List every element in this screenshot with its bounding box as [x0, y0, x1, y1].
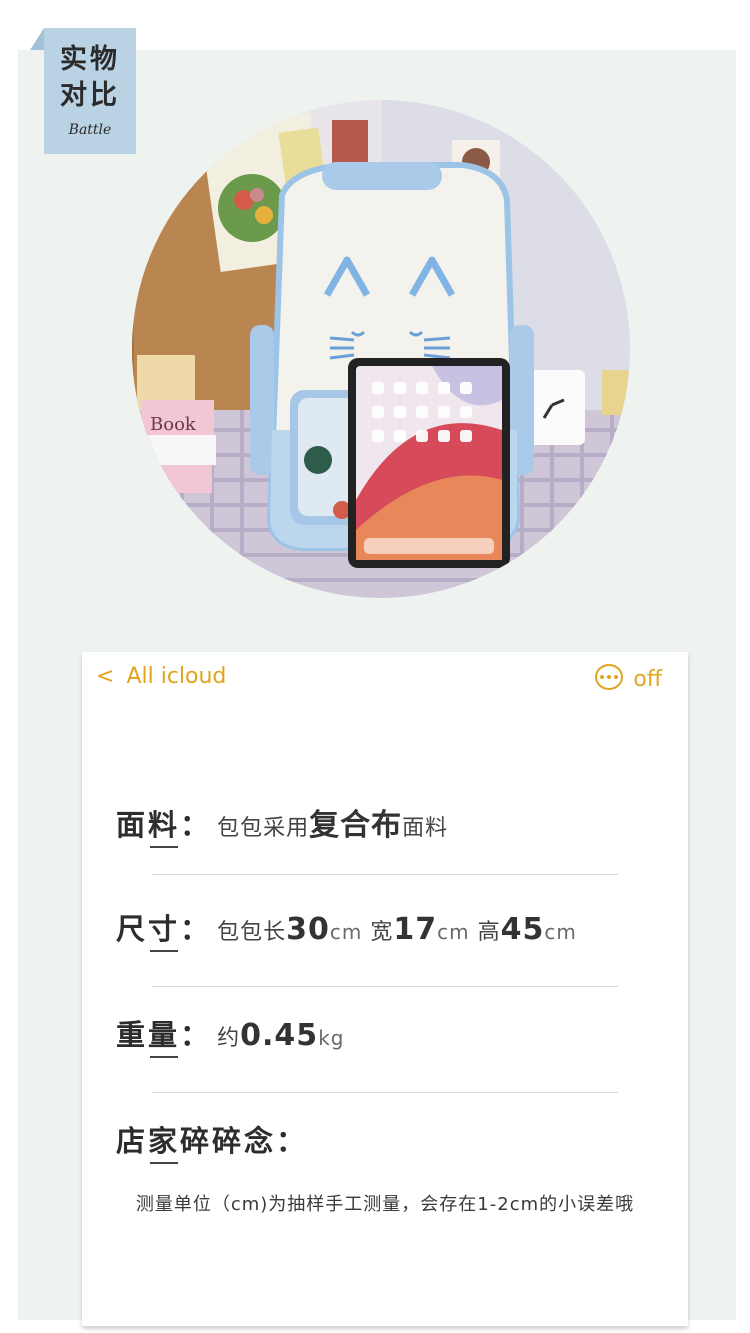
- svg-text:Book: Book: [150, 414, 197, 435]
- divider: [152, 874, 618, 875]
- back-button[interactable]: < All icloud: [96, 664, 226, 689]
- chevron-left-icon: <: [96, 664, 115, 689]
- section-tag: 实物 对比 Battle: [44, 28, 136, 154]
- notes-label: 店家碎碎念：: [116, 1124, 309, 1158]
- weight-value: 约0.45kg: [217, 1018, 345, 1053]
- size-value: 包包长30cm 宽17cm 高45cm: [217, 912, 577, 947]
- size-label: 尺寸：: [116, 912, 213, 946]
- info-card: < All icloud off 面料： 包包采用复合布面料 尺寸： 包包长30c…: [82, 652, 688, 1326]
- divider: [152, 1092, 618, 1093]
- tag-title-line1: 实物: [60, 44, 120, 75]
- tag-subtitle: Battle: [68, 122, 112, 138]
- fabric-row: 面料： 包包采用复合布面料: [116, 800, 656, 844]
- backpack-photo-illustration: Book: [132, 100, 630, 598]
- more-dots-icon: [595, 664, 624, 690]
- tag-title-line2: 对比: [60, 80, 120, 111]
- back-label: All icloud: [126, 664, 227, 689]
- weight-row: 重量： 约0.45kg: [116, 1012, 656, 1054]
- tag-fold: [30, 28, 44, 50]
- notes-row: 店家碎碎念：: [116, 1118, 656, 1160]
- card-header: < All icloud off: [82, 652, 688, 708]
- product-photo: Book: [132, 100, 630, 598]
- more-options-button[interactable]: off: [595, 664, 662, 692]
- more-label: off: [633, 667, 662, 692]
- divider: [152, 986, 618, 987]
- size-row: 尺寸： 包包长30cm 宽17cm 高45cm: [116, 906, 656, 948]
- weight-label: 重量：: [116, 1018, 213, 1052]
- fabric-value: 包包采用复合布面料: [217, 808, 449, 843]
- fabric-label: 面料：: [116, 808, 213, 842]
- measurement-note: 测量单位（cm)为抽样手工测量，会存在1-2cm的小误差哦: [135, 1194, 635, 1215]
